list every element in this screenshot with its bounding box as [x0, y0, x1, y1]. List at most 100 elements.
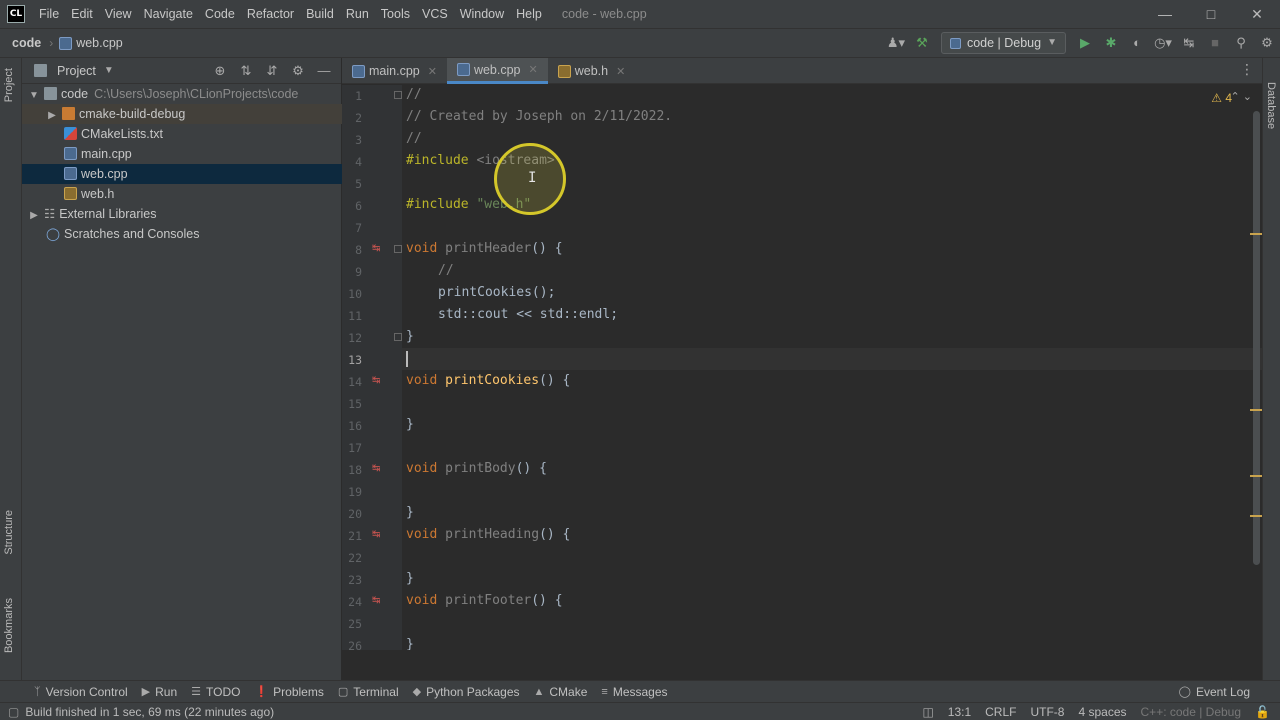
- menu-help[interactable]: Help: [510, 0, 548, 28]
- warning-nav-icon[interactable]: ⌃ ⌄: [1231, 90, 1253, 103]
- go-to-declaration-icon[interactable]: ↹: [372, 375, 380, 386]
- header-file-icon: [64, 187, 77, 200]
- minimize-icon[interactable]: —: [1142, 0, 1188, 28]
- code-editor[interactable]: 1 2 3 4 5 6 7 8 9 10 11 12 13 14 15 16 1…: [342, 85, 1262, 650]
- tool-window-terminal[interactable]: ▢ Terminal: [338, 685, 399, 699]
- tree-item-main-cpp[interactable]: main.cpp: [22, 144, 342, 164]
- warning-indicator[interactable]: ⚠ 4: [1211, 91, 1232, 105]
- breadcrumb-project[interactable]: code: [12, 36, 41, 50]
- close-tab-icon[interactable]: ✕: [529, 63, 538, 76]
- profile-icon[interactable]: ◷▾: [1150, 31, 1176, 55]
- collapse-arrow-icon[interactable]: ▶: [46, 106, 58, 126]
- menu-vcs[interactable]: VCS: [416, 0, 454, 28]
- menu-build[interactable]: Build: [300, 0, 340, 28]
- tree-item-cmakelists[interactable]: CMakeLists.txt: [22, 124, 342, 144]
- side-tab-database[interactable]: Database: [1265, 82, 1277, 129]
- attach-icon[interactable]: ↹: [1176, 31, 1202, 55]
- maximize-icon[interactable]: □: [1188, 0, 1234, 28]
- collapse-all-icon[interactable]: ⇵: [259, 60, 285, 82]
- menu-code[interactable]: Code: [199, 0, 241, 28]
- tab-menu-icon[interactable]: ⋮: [1240, 61, 1254, 78]
- tree-item-web-h[interactable]: web.h: [22, 184, 342, 204]
- side-tab-structure[interactable]: Structure: [3, 510, 15, 555]
- chevron-down-icon[interactable]: ▼: [104, 65, 114, 76]
- resolve-context[interactable]: C++: code | Debug: [1141, 705, 1242, 719]
- run-config-select[interactable]: code | Debug ▼: [940, 32, 1066, 54]
- tool-window-python-packages[interactable]: ◆ Python Packages: [413, 685, 520, 699]
- warning-stripe-mark[interactable]: [1250, 233, 1262, 235]
- side-tab-bookmarks[interactable]: Bookmarks: [3, 598, 15, 653]
- caret-position[interactable]: 13:1: [948, 705, 971, 719]
- go-to-declaration-icon[interactable]: ↹: [372, 595, 380, 606]
- debug-icon[interactable]: ✱: [1098, 31, 1124, 55]
- menu-edit[interactable]: Edit: [65, 0, 99, 28]
- editor-scrollbar[interactable]: [1253, 111, 1260, 565]
- go-to-declaration-icon[interactable]: ↹: [372, 463, 380, 474]
- tool-window-version-control[interactable]: ᛉ Version Control: [34, 685, 128, 699]
- warning-stripe-mark[interactable]: [1250, 475, 1262, 477]
- fold-marker-icon[interactable]: [394, 333, 402, 341]
- tool-window-run[interactable]: ▶ Run: [142, 685, 177, 699]
- expand-all-icon[interactable]: ⇅: [233, 60, 259, 82]
- tree-item-external-libraries[interactable]: ▶ ☷ External Libraries: [22, 204, 342, 224]
- line-number: 11: [348, 309, 362, 323]
- settings-gear-icon[interactable]: ⚙: [1254, 31, 1280, 55]
- menu-file[interactable]: File: [33, 0, 65, 28]
- fold-marker-icon[interactable]: [394, 245, 402, 253]
- tree-item-cmake-build-debug[interactable]: ▶ cmake-build-debug: [22, 104, 342, 124]
- tool-window-label: Problems: [273, 684, 324, 699]
- tab-web-h[interactable]: web.h ✕: [548, 58, 636, 84]
- tree-item-scratches[interactable]: ◯ Scratches and Consoles: [22, 224, 342, 244]
- expand-arrow-icon[interactable]: ▼: [28, 86, 40, 106]
- project-panel-title[interactable]: Project: [57, 64, 96, 78]
- warning-stripe-mark[interactable]: [1250, 515, 1262, 517]
- locate-icon[interactable]: ⊕: [207, 60, 233, 82]
- close-tab-icon[interactable]: ✕: [428, 65, 437, 78]
- line-separator[interactable]: CRLF: [985, 705, 1016, 719]
- file-encoding[interactable]: UTF-8: [1030, 705, 1064, 719]
- stop-icon[interactable]: ■: [1202, 31, 1228, 55]
- project-view-icon: [34, 64, 47, 77]
- collapse-arrow-icon[interactable]: ▶: [28, 206, 40, 226]
- build-hammer-icon[interactable]: ⚒: [909, 31, 935, 55]
- menu-navigate[interactable]: Navigate: [138, 0, 199, 28]
- lock-icon[interactable]: 🔓: [1255, 705, 1270, 719]
- menu-tools[interactable]: Tools: [375, 0, 416, 28]
- indent-setting[interactable]: 4 spaces: [1078, 705, 1126, 719]
- terminal-icon: ▢: [337, 686, 349, 698]
- user-icon[interactable]: ♟▾: [883, 31, 909, 55]
- breadcrumb-file[interactable]: web.cpp: [76, 36, 123, 50]
- menu-run[interactable]: Run: [340, 0, 375, 28]
- tree-item-web-cpp[interactable]: web.cpp: [22, 164, 342, 184]
- tool-window-cmake[interactable]: ▲ CMake: [534, 685, 588, 699]
- status-panel-icon[interactable]: ▢: [8, 705, 19, 719]
- code-token: void: [406, 241, 438, 256]
- packages-icon: ◆: [412, 686, 422, 698]
- run-icon[interactable]: ▶: [1072, 31, 1098, 55]
- search-icon[interactable]: ⚲: [1228, 31, 1254, 55]
- tool-window-todo[interactable]: ☰ TODO: [191, 685, 240, 699]
- warning-stripe-mark[interactable]: [1250, 409, 1262, 411]
- event-log-button[interactable]: ◯ Event Log: [1179, 685, 1250, 699]
- memory-icon[interactable]: ◫: [922, 705, 933, 719]
- close-tab-icon[interactable]: ✕: [616, 65, 625, 78]
- editor-tab-bar: main.cpp ✕ web.cpp ✕ web.h ✕ ⋮: [342, 58, 1262, 84]
- tree-item-code[interactable]: ▼ code C:\Users\Joseph\CLionProjects\code: [22, 84, 342, 104]
- tab-web-cpp[interactable]: web.cpp ✕: [446, 58, 548, 84]
- line-number: 21: [348, 529, 362, 543]
- go-to-declaration-icon[interactable]: ↹: [372, 529, 380, 540]
- status-message[interactable]: Build finished in 1 sec, 69 ms (22 minut…: [25, 705, 274, 719]
- go-to-declaration-icon[interactable]: ↹: [372, 243, 380, 254]
- coverage-icon[interactable]: ◐: [1124, 31, 1150, 55]
- close-window-icon[interactable]: ✕: [1234, 0, 1280, 28]
- menu-window[interactable]: Window: [454, 0, 510, 28]
- tool-window-problems[interactable]: ❗ Problems: [254, 685, 323, 699]
- fold-marker-icon[interactable]: [394, 91, 402, 99]
- menu-refactor[interactable]: Refactor: [241, 0, 300, 28]
- hide-panel-icon[interactable]: —: [311, 60, 337, 82]
- gear-icon[interactable]: ⚙: [285, 60, 311, 82]
- tab-main-cpp[interactable]: main.cpp ✕: [342, 58, 447, 84]
- tool-window-messages[interactable]: ≡ Messages: [601, 685, 667, 699]
- menu-view[interactable]: View: [99, 0, 138, 28]
- side-tab-project[interactable]: Project: [3, 68, 15, 102]
